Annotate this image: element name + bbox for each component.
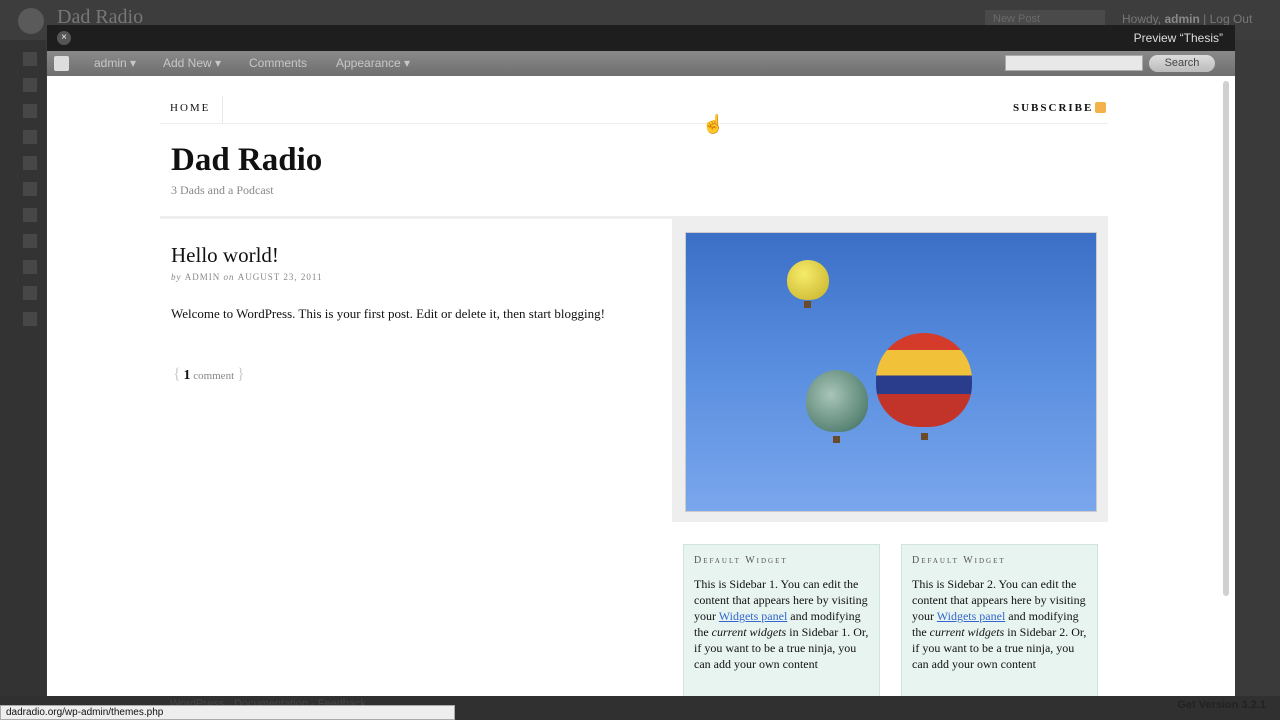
- logout-link[interactable]: Log Out: [1210, 12, 1253, 26]
- admin-bar-search-input[interactable]: [1005, 55, 1143, 71]
- preview-frame: admin ▾ Add New ▾ Comments Appearance ▾ …: [47, 51, 1235, 696]
- close-icon[interactable]: ×: [57, 31, 71, 45]
- yellow-balloon: [787, 260, 829, 300]
- nav-home-link[interactable]: HOME: [170, 102, 210, 114]
- post-author-link[interactable]: ADMIN: [185, 272, 221, 282]
- preview-titlebar: × Preview “Thesis”: [47, 25, 1235, 51]
- howdy-text: Howdy, admin | Log Out: [1122, 12, 1253, 26]
- howdy-prefix: Howdy,: [1122, 12, 1162, 26]
- widget-body: This is Sidebar 1. You can edit the cont…: [694, 577, 869, 671]
- version-link[interactable]: Get Version 3.2.1: [1177, 699, 1266, 711]
- preview-scrollbar[interactable]: [1223, 81, 1229, 596]
- comment-label[interactable]: comment: [193, 370, 234, 382]
- post-byline: by ADMIN on AUGUST 23, 2011: [171, 272, 323, 282]
- user-link[interactable]: admin: [1164, 12, 1199, 26]
- wordpress-logo-icon: [18, 8, 44, 34]
- plugins-icon[interactable]: [23, 234, 37, 248]
- widget-body: This is Sidebar 2. You can edit the cont…: [912, 577, 1087, 671]
- nav-divider: [160, 123, 1108, 124]
- links-icon[interactable]: [23, 130, 37, 144]
- posts-icon[interactable]: [23, 78, 37, 92]
- appearance-icon[interactable]: [23, 208, 37, 222]
- comments-link[interactable]: { 1 comment }: [173, 366, 245, 384]
- media-icon[interactable]: [23, 104, 37, 118]
- balloon-basket: [833, 436, 840, 443]
- pages-icon[interactable]: [23, 156, 37, 170]
- users-icon[interactable]: [23, 260, 37, 274]
- sidebar-2-widget: Default Widget This is Sidebar 2. You ca…: [901, 544, 1098, 696]
- comment-count[interactable]: 1: [183, 368, 190, 383]
- green-balloon: [806, 370, 868, 432]
- browser-status-bar: dadradio.org/wp-admin/themes.php: [0, 705, 455, 720]
- preview-title: Preview “Thesis”: [1133, 31, 1223, 45]
- sidebar-1-widget: Default Widget This is Sidebar 1. You ca…: [683, 544, 880, 696]
- admin-bar-item-comments[interactable]: Comments: [249, 56, 307, 70]
- preview-modal: × Preview “Thesis” admin ▾ Add New ▾ Com…: [47, 25, 1235, 696]
- settings-icon[interactable]: [23, 312, 37, 326]
- site-tagline: 3 Dads and a Podcast: [171, 183, 274, 197]
- post-body: Welcome to WordPress. This is your first…: [171, 306, 605, 321]
- site-page: HOME SUBSCRIBE Dad Radio 3 Dads and a Po…: [47, 76, 1221, 696]
- dashboard-icon[interactable]: [23, 52, 37, 66]
- admin-bar-item-add-new[interactable]: Add New ▾: [163, 56, 221, 70]
- byline-on: on: [223, 272, 235, 282]
- balloon-basket: [921, 433, 928, 440]
- post-date: AUGUST 23, 2011: [237, 272, 323, 282]
- admin-bar-item-appearance[interactable]: Appearance ▾: [336, 56, 410, 70]
- widgets-panel-link[interactable]: Widgets panel: [719, 609, 788, 623]
- rss-icon[interactable]: [1095, 102, 1106, 113]
- admin-bar-search-button[interactable]: Search: [1149, 55, 1215, 72]
- tools-icon[interactable]: [23, 286, 37, 300]
- widgets-panel-link[interactable]: Widgets panel: [937, 609, 1006, 623]
- balloons-photo: [685, 232, 1097, 512]
- byline-by: by: [171, 272, 182, 282]
- nav-subscribe-link[interactable]: SUBSCRIBE: [1013, 102, 1093, 114]
- admin-bar-item-admin[interactable]: admin ▾: [94, 56, 136, 70]
- widget-title: Default Widget: [694, 555, 788, 566]
- hand-cursor-icon: ☝: [702, 114, 725, 134]
- admin-sidebar: [0, 40, 46, 700]
- comments-icon[interactable]: [23, 182, 37, 196]
- site-title[interactable]: Dad Radio: [171, 142, 322, 179]
- post-title[interactable]: Hello world!: [171, 243, 279, 268]
- balloon-basket: [804, 301, 811, 308]
- striped-balloon: [876, 333, 972, 427]
- admin-bar-logo-icon[interactable]: [54, 56, 69, 71]
- wp-admin-bar: admin ▾ Add New ▾ Comments Appearance ▾ …: [47, 51, 1235, 76]
- widget-title: Default Widget: [912, 555, 1006, 566]
